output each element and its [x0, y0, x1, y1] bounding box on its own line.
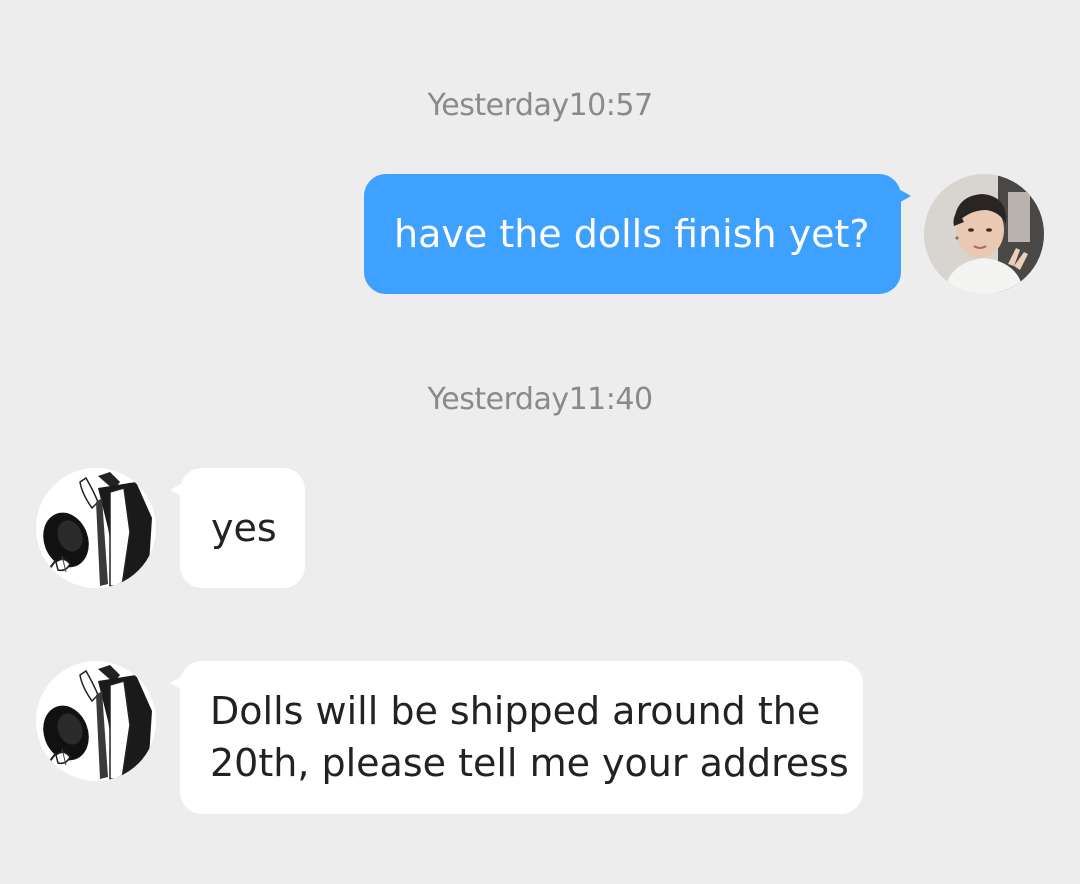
profile-photo-icon [924, 174, 1044, 294]
message-text: have the dolls finish yet? [394, 212, 870, 256]
illustrated-figure-icon [36, 468, 156, 588]
timestamp: Yesterday11:40 [427, 382, 653, 417]
outgoing-message-bubble[interactable]: have the dolls finish yet? [364, 174, 911, 294]
timestamp: Yesterday10:57 [427, 88, 653, 123]
incoming-message-bubble[interactable]: yes [170, 468, 305, 588]
my-avatar-icon[interactable] [924, 174, 1044, 294]
incoming-message-bubble[interactable]: Dolls will be shipped around the 20th, p… [170, 661, 863, 814]
illustrated-figure-icon [36, 661, 156, 781]
bubble-tail [170, 675, 184, 691]
seller-avatar-icon[interactable] [36, 661, 156, 781]
bubble-tail [170, 482, 184, 498]
seller-avatar-icon[interactable] [36, 468, 156, 588]
message-text: Dolls will be shipped around the 20th, p… [210, 689, 849, 785]
bubble-tail [897, 188, 911, 204]
message-text: yes [211, 506, 277, 550]
